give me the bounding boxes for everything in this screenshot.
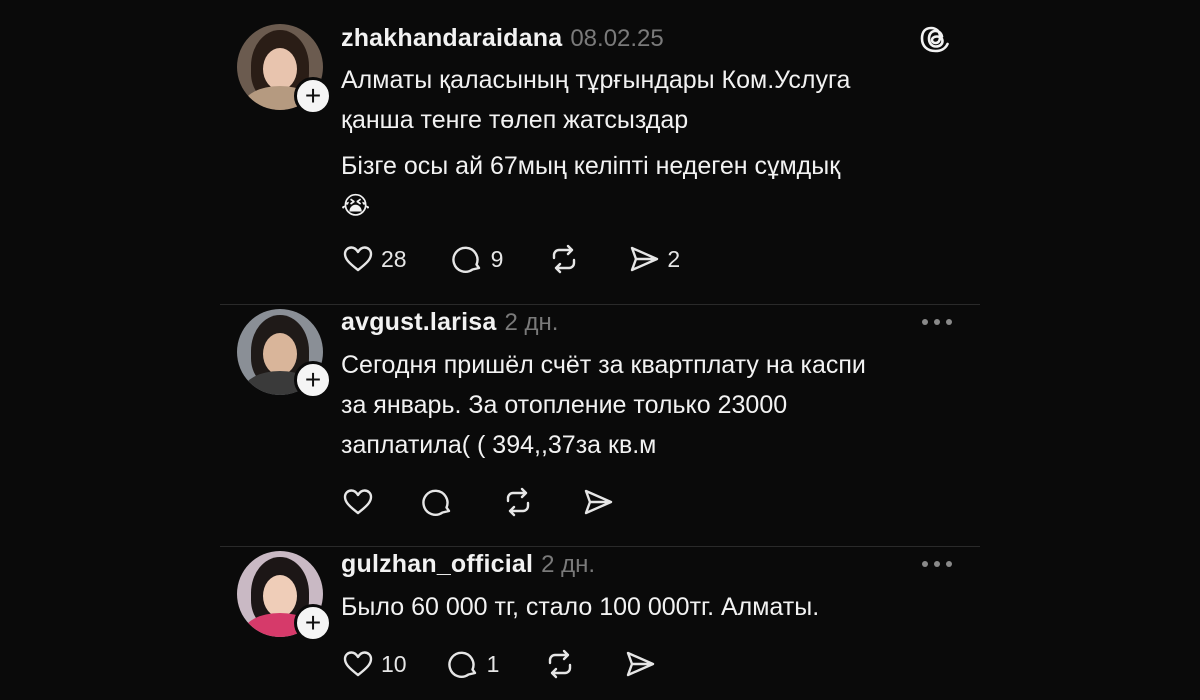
threads-logo-icon[interactable] [920,22,952,54]
like-count: 28 [381,245,407,272]
repost-button[interactable] [547,242,587,276]
heart-icon [343,651,373,677]
send-icon [627,651,655,677]
post-text-line: Было 60 000 тг, стало 100 000тг. Алматы. [341,593,820,621]
reply-button[interactable]: 1 [447,647,500,681]
post-time: 2 дн. [504,309,559,336]
post-text-line: заплатила( ( 394,,37за кв.м [341,431,657,459]
repost-icon [549,649,572,679]
threads-feed: + zhakhandaraidana 08.02.25 Алматы қалас… [220,0,980,700]
post-text: Алматы қаласының тұрғындары Ком.Услуга қ… [341,60,961,226]
share-button[interactable] [581,485,621,519]
comment-icon [447,651,476,678]
more-options-button[interactable] [922,561,952,567]
share-button[interactable]: 2 [627,242,680,276]
like-count: 10 [381,650,407,677]
reply-count: 9 [490,245,504,272]
post-text: Сегодня пришёл счёт за квартплату на кас… [341,345,961,465]
share-button[interactable] [623,647,663,681]
like-button[interactable]: 10 [341,647,407,681]
repost-icon [506,487,530,517]
follow-button[interactable]: + [294,361,332,399]
comment-icon [422,489,451,516]
crying-emoji: 😭 [341,192,371,220]
like-button[interactable]: 28 [341,242,407,276]
post-text-line: Сегодня пришёл счёт за квартплату на кас… [341,351,866,379]
post-text: Было 60 000 тг, стало 100 000тг. Алматы. [341,587,961,627]
repost-button[interactable] [543,647,583,681]
post-1[interactable]: + zhakhandaraidana 08.02.25 Алматы қалас… [220,0,980,304]
username[interactable]: gulzhan_official [341,550,533,579]
reply-button[interactable]: 9 [451,242,504,276]
comment-icon [451,246,480,273]
heart-icon [343,489,373,515]
repost-icon [553,244,576,274]
more-options-button[interactable] [922,319,952,325]
follow-button[interactable]: + [294,77,332,115]
post-text-line: Алматы қаласының тұрғындары Ком.Услуга [341,66,851,94]
post-time: 08.02.25 [570,25,664,52]
follow-button[interactable]: + [294,604,332,642]
post-text-line: қанша тенге төлеп жатсыздар [341,106,689,134]
post-time: 2 дн. [541,551,596,578]
post-2[interactable]: + avgust.larisa 2 дн. Сегодня пришёл счё… [220,305,980,545]
like-button[interactable] [341,485,381,519]
share-count: 2 [667,245,681,272]
post-3[interactable]: + gulzhan_official 2 дн. Было 60 000 тг,… [220,547,980,700]
repost-button[interactable] [501,485,541,519]
send-icon [631,246,659,272]
post-text-line: Бізге осы ай 67мың келіпті недеген сұмды… [341,152,841,180]
reply-count: 1 [486,650,500,677]
heart-icon [343,246,373,272]
reply-button[interactable] [421,485,461,519]
send-icon [584,489,613,515]
username[interactable]: avgust.larisa [341,308,496,337]
post-text-line: за январь. За отопление только 23000 [341,391,788,419]
username[interactable]: zhakhandaraidana [341,24,562,53]
